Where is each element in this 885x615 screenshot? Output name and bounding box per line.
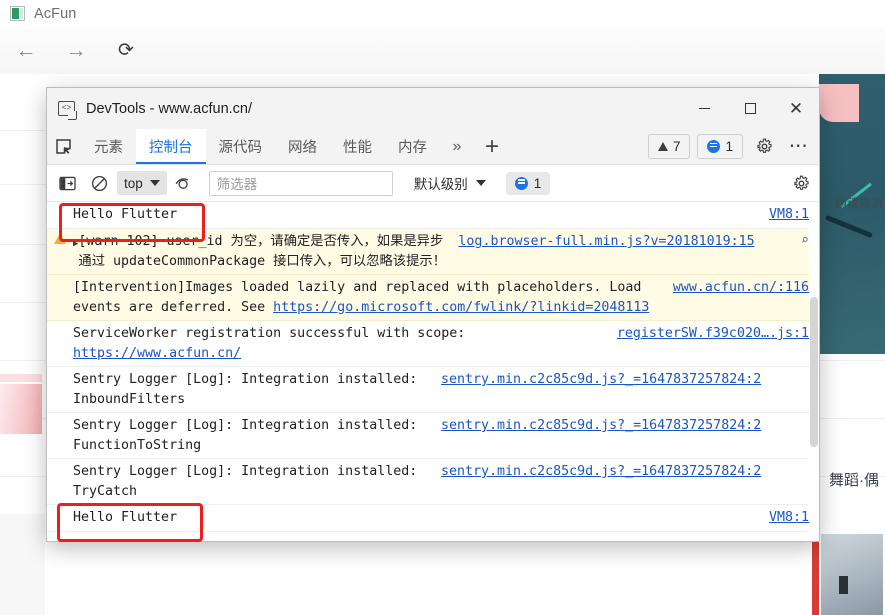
browser-tabstrip: AcFun <box>0 0 885 27</box>
message-gutter <box>47 416 73 455</box>
message-gutter <box>47 462 73 501</box>
console-settings-gear-icon[interactable] <box>787 169 815 197</box>
close-icon[interactable]: ✕ <box>773 88 819 129</box>
back-icon[interactable]: ← <box>14 39 38 63</box>
console-scrollbar[interactable] <box>809 202 819 541</box>
console-message-list[interactable]: Hello Flutter VM8:1 ▶ [warn 102] user_id… <box>47 202 819 541</box>
message-gutter <box>47 232 73 271</box>
console-message-row[interactable]: Sentry Logger [Log]: Integration install… <box>47 367 819 413</box>
issue-message-icon <box>707 140 720 153</box>
filter-input[interactable]: 筛选器 <box>209 171 393 196</box>
console-message-row[interactable]: ServiceWorker registration successful wi… <box>47 321 819 367</box>
console-message-text: Hello Flutter <box>73 508 769 528</box>
console-message-text: [warn 102] user_id 为空，请确定是否传入，如果是异步通过 up… <box>78 232 458 271</box>
devtools-app-icon: <> <box>58 101 75 116</box>
left-decoration <box>0 374 42 382</box>
console-message-text: Sentry Logger [Log]: Integration install… <box>73 370 441 409</box>
devtools-window: <> DevTools - www.acfun.cn/ ✕ 元素 控制台 源代码… <box>47 88 819 541</box>
more-tabs-icon[interactable]: » <box>440 129 474 164</box>
tab-network[interactable]: 网络 <box>275 129 330 164</box>
console-message-source-link[interactable]: www.acfun.cn/:116 <box>673 278 819 317</box>
console-message-text: Sentry Logger [Log]: Integration install… <box>73 416 441 455</box>
execution-context-select[interactable]: top <box>117 171 167 195</box>
console-message-row[interactable]: ▶ [warn 102] user_id 为空，请确定是否传入，如果是异步通过 … <box>47 229 819 275</box>
hero-banner-label: 幽魂端游 <box>835 194 883 211</box>
console-toolbar: top 筛选器 默认级别 1 <box>47 165 819 202</box>
browser-tab-title[interactable]: AcFun <box>34 6 76 22</box>
add-tab-icon[interactable]: + <box>474 129 510 164</box>
issue-count-badge[interactable]: 1 <box>697 134 743 159</box>
inline-link[interactable]: https://go.microsoft.com/fwlink/?linkid=… <box>273 300 649 315</box>
clear-console-icon[interactable] <box>85 170 113 196</box>
console-message-source-link[interactable]: sentry.min.c2c85c9d.js?_=1647837257824:2 <box>441 370 771 409</box>
tab-console[interactable]: 控制台 <box>136 129 206 164</box>
message-gutter <box>47 324 73 363</box>
console-message-text: [Intervention]Images loaded lazily and r… <box>73 278 673 317</box>
devtools-window-title: DevTools - www.acfun.cn/ <box>86 101 252 117</box>
video-card-thumbnail[interactable] <box>821 534 883 615</box>
left-panel-block <box>0 514 45 615</box>
console-message-text: Sentry Logger [Log]: Integration install… <box>73 462 441 501</box>
issue-message-icon <box>515 177 528 190</box>
sidebar-toggle-icon[interactable] <box>53 170 81 196</box>
tab-elements[interactable]: 元素 <box>81 129 136 164</box>
warning-triangle-icon <box>54 233 66 244</box>
browser-toolbar: ← → ⟳ <box>0 27 885 75</box>
log-level-select[interactable]: 默认级别 <box>406 171 494 195</box>
devtools-tabbar: 元素 控制台 源代码 网络 性能 内存 » + 7 1 ⋯ <box>47 129 819 165</box>
issue-count-value: 1 <box>725 139 733 154</box>
console-message-source-link[interactable]: registerSW.f39c020….js:1 <box>617 324 819 363</box>
console-issue-count: 1 <box>534 176 542 191</box>
console-issue-badge[interactable]: 1 <box>506 172 551 195</box>
hero-banner-image <box>819 74 885 354</box>
inspect-element-icon[interactable] <box>47 129 81 164</box>
devtools-titlebar[interactable]: <> DevTools - www.acfun.cn/ ✕ <box>47 88 819 129</box>
message-gutter <box>47 278 73 317</box>
warning-count-value: 7 <box>673 139 681 154</box>
acfun-favicon-icon <box>10 6 25 21</box>
console-message-row[interactable]: Sentry Logger [Log]: Integration install… <box>47 459 819 505</box>
tabbar-status-group: 7 1 ⋯ <box>648 129 819 164</box>
inline-link[interactable]: https://www.acfun.cn/ <box>73 346 241 361</box>
warning-triangle-icon <box>658 142 668 151</box>
tab-memory[interactable]: 内存 <box>385 129 440 164</box>
forward-icon[interactable]: → <box>64 39 88 63</box>
chevron-down-icon <box>476 180 486 186</box>
console-message-source-link[interactable]: log.browser-full.min.js?v=20181019:15 <box>458 232 780 271</box>
message-gutter <box>47 370 73 409</box>
warning-count-badge[interactable]: 7 <box>648 134 691 159</box>
tab-performance[interactable]: 性能 <box>330 129 385 164</box>
console-message-row[interactable]: [Intervention]Images loaded lazily and r… <box>47 275 819 321</box>
window-controls: ✕ <box>681 88 819 129</box>
tab-sources[interactable]: 源代码 <box>206 129 276 164</box>
console-message-text: ServiceWorker registration successful wi… <box>73 324 617 363</box>
gear-icon[interactable] <box>750 133 778 161</box>
scrollbar-thumb[interactable] <box>810 297 818 447</box>
console-message-text: Hello Flutter <box>73 205 769 225</box>
live-expression-icon[interactable] <box>171 170 199 196</box>
console-message-source-link[interactable]: sentry.min.c2c85c9d.js?_=1647837257824:2 <box>441 462 771 501</box>
execution-context-value: top <box>124 176 143 191</box>
console-message-row[interactable]: Sentry Logger [Log]: Integration install… <box>47 413 819 459</box>
page-section-title: 舞蹈·偶 <box>829 469 879 490</box>
console-message-row[interactable]: Hello Flutter VM8:1 <box>47 202 819 229</box>
message-gutter <box>47 205 73 225</box>
minimize-icon[interactable] <box>681 88 727 129</box>
console-message-row[interactable]: Hello Flutter VM8:1 <box>47 505 819 532</box>
maximize-icon[interactable] <box>727 88 773 129</box>
chevron-down-icon <box>150 180 160 186</box>
reload-icon[interactable]: ⟳ <box>114 39 138 63</box>
console-message-source-link[interactable]: sentry.min.c2c85c9d.js?_=1647837257824:2 <box>441 416 771 455</box>
more-options-icon[interactable]: ⋯ <box>785 133 813 161</box>
message-gutter <box>47 508 73 528</box>
console-message-body: ServiceWorker registration successful wi… <box>73 326 473 341</box>
left-thumbnail <box>0 384 42 434</box>
log-level-value: 默认级别 <box>414 173 468 193</box>
